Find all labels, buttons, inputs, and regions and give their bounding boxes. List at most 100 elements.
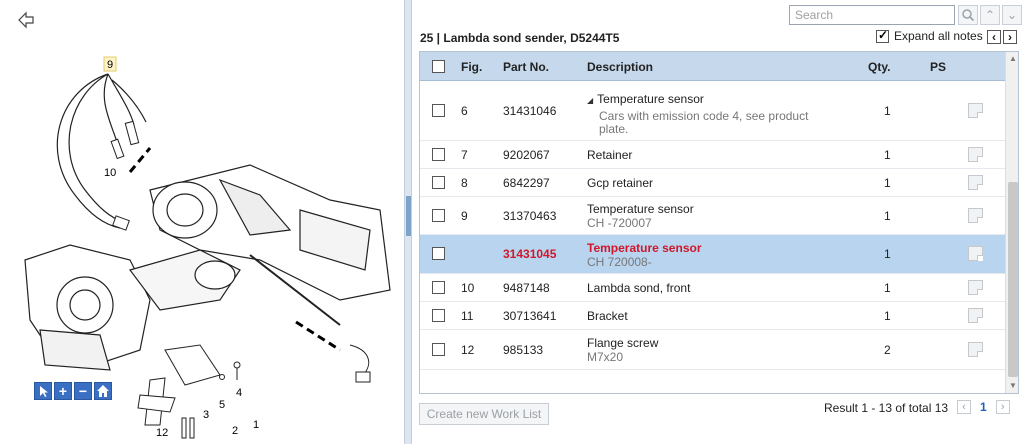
note-icon[interactable] bbox=[968, 280, 983, 295]
row-fig: 12 bbox=[461, 343, 475, 357]
row-qty: 1 bbox=[884, 247, 891, 261]
table-row[interactable]: 8 6842297 Gcp retainer 1 bbox=[420, 169, 1005, 197]
col-qty[interactable]: Qty. bbox=[868, 60, 890, 74]
arrow-left-icon[interactable] bbox=[16, 10, 36, 30]
row-checkbox[interactable] bbox=[432, 281, 445, 294]
row-checkbox[interactable] bbox=[432, 247, 445, 260]
row-fig: 10 bbox=[461, 281, 475, 295]
next-page-icon[interactable]: › bbox=[995, 400, 1010, 414]
parts-diagram[interactable]: 9 10 4 5 3 12 2 1 bbox=[0, 0, 404, 444]
row-part-no: 30713641 bbox=[503, 309, 557, 323]
callout-5[interactable]: 5 bbox=[219, 399, 225, 411]
select-all-checkbox[interactable] bbox=[432, 60, 445, 73]
row-fig: 9 bbox=[461, 209, 468, 223]
row-description: Lambda sond, front bbox=[587, 281, 691, 295]
col-fig[interactable]: Fig. bbox=[461, 60, 482, 74]
row-qty: 1 bbox=[884, 209, 891, 223]
collapse-triangle-icon[interactable]: ◢ bbox=[587, 96, 593, 105]
row-qty: 1 bbox=[884, 309, 891, 323]
callout-12[interactable]: 12 bbox=[156, 427, 168, 439]
note-icon[interactable] bbox=[968, 246, 983, 261]
row-fig: 7 bbox=[461, 148, 468, 162]
col-part-no[interactable]: Part No. bbox=[503, 60, 549, 74]
callout-1[interactable]: 1 bbox=[253, 419, 259, 431]
row-part-no: 9202067 bbox=[503, 148, 550, 162]
expand-all-label: Expand all notes bbox=[894, 29, 983, 43]
home-icon[interactable] bbox=[94, 382, 112, 400]
row-part-no: 31370463 bbox=[503, 209, 557, 223]
note-icon[interactable] bbox=[968, 103, 983, 118]
row-description: Bracket bbox=[587, 309, 628, 323]
table-row[interactable]: 9 31370463 Temperature sensor CH -720007… bbox=[420, 197, 1005, 235]
plus-icon[interactable]: + bbox=[54, 382, 72, 400]
row-checkbox[interactable] bbox=[432, 209, 445, 222]
scroll-up-icon[interactable]: ▲ bbox=[1006, 52, 1018, 66]
table-header: Fig. Part No. Description Qty. PS bbox=[420, 52, 1005, 81]
chevron-right-icon[interactable]: › bbox=[1003, 30, 1017, 44]
row-description: Flange screw bbox=[587, 336, 659, 350]
pointer-icon[interactable] bbox=[34, 382, 52, 400]
diagram-pane[interactable]: 9 10 4 5 3 12 2 1 + − bbox=[0, 0, 404, 444]
scroll-down-icon[interactable]: ▼ bbox=[1006, 379, 1018, 393]
col-description[interactable]: Description bbox=[587, 60, 653, 74]
result-count: Result 1 - 13 of total 13 bbox=[824, 401, 949, 415]
table-row[interactable]: 12 985133 Flange screw M7x20 2 bbox=[420, 330, 1005, 370]
callout-10[interactable]: 10 bbox=[104, 167, 116, 179]
table-row[interactable]: 6 31431046 ◢ Temperature sensor Cars with… bbox=[420, 81, 1005, 141]
table-row[interactable]: 7 9202067 Retainer 1 bbox=[420, 141, 1005, 169]
row-part-no: 31431046 bbox=[503, 104, 557, 118]
row-fig: 11 bbox=[461, 309, 474, 323]
row-checkbox[interactable] bbox=[432, 176, 445, 189]
parts-list-pane: ⌃ ⌄ 25 | Lambda sond sender, D5244T5 Exp… bbox=[412, 0, 1024, 444]
row-description: Temperature sensor bbox=[587, 202, 694, 216]
row-qty: 1 bbox=[884, 281, 891, 295]
zoom-toolbar: + − bbox=[34, 382, 112, 400]
scroll-thumb[interactable] bbox=[1008, 182, 1018, 377]
callout-3[interactable]: 3 bbox=[203, 409, 209, 421]
pane-splitter[interactable] bbox=[404, 0, 412, 444]
table-body: 6 31431046 ◢ Temperature sensor Cars with… bbox=[420, 81, 1005, 370]
row-part-no: 985133 bbox=[503, 343, 544, 357]
prev-page-icon[interactable]: ‹ bbox=[957, 400, 971, 414]
callout-2[interactable]: 2 bbox=[232, 425, 238, 437]
row-note: CH 720008- bbox=[587, 255, 652, 269]
page-number[interactable]: 1 bbox=[980, 400, 987, 414]
row-description: Retainer bbox=[587, 148, 633, 162]
chevron-left-icon[interactable]: ‹ bbox=[987, 30, 1001, 44]
search-input[interactable] bbox=[789, 5, 955, 25]
row-qty: 1 bbox=[884, 148, 891, 162]
row-checkbox[interactable] bbox=[432, 309, 445, 322]
minus-icon[interactable]: − bbox=[74, 382, 92, 400]
row-description: Temperature sensor bbox=[597, 92, 704, 106]
pagination: ‹ 1 › bbox=[957, 400, 1010, 414]
row-note: M7x20 bbox=[587, 350, 624, 364]
row-checkbox[interactable] bbox=[432, 104, 445, 117]
note-icon[interactable] bbox=[968, 147, 983, 162]
callout-4[interactable]: 4 bbox=[236, 387, 242, 399]
parts-table: Fig. Part No. Description Qty. PS 6 3143… bbox=[419, 51, 1019, 394]
create-worklist-button[interactable]: Create new Work List bbox=[419, 403, 549, 425]
splitter-handle[interactable] bbox=[406, 196, 411, 236]
row-description: Temperature sensor bbox=[587, 241, 702, 255]
row-description: Gcp retainer bbox=[587, 176, 654, 190]
expand-all-notes[interactable]: Expand all notes bbox=[876, 28, 983, 43]
row-part-no: 6842297 bbox=[503, 176, 550, 190]
search-icon[interactable] bbox=[958, 5, 978, 25]
table-row-selected[interactable]: 31431045 Temperature sensor CH 720008- 1 bbox=[420, 235, 1005, 274]
chevron-up-icon[interactable]: ⌃ bbox=[980, 5, 1000, 25]
note-icon[interactable] bbox=[968, 208, 983, 223]
row-checkbox[interactable] bbox=[432, 148, 445, 161]
expand-all-checkbox[interactable] bbox=[876, 28, 889, 43]
row-note: CH -720007 bbox=[587, 216, 652, 230]
note-nav: ‹ › bbox=[987, 30, 1017, 44]
chevron-down-icon[interactable]: ⌄ bbox=[1002, 5, 1022, 25]
table-scrollbar[interactable]: ▲ ▼ bbox=[1005, 52, 1018, 393]
table-row[interactable]: 10 9487148 Lambda sond, front 1 bbox=[420, 274, 1005, 302]
table-row[interactable]: 11 30713641 Bracket 1 bbox=[420, 302, 1005, 330]
row-checkbox[interactable] bbox=[432, 343, 445, 356]
note-icon[interactable] bbox=[968, 308, 983, 323]
note-icon[interactable] bbox=[968, 342, 983, 357]
col-ps[interactable]: PS bbox=[930, 60, 946, 74]
note-icon[interactable] bbox=[968, 175, 983, 190]
callout-9[interactable]: 9 bbox=[107, 59, 113, 71]
